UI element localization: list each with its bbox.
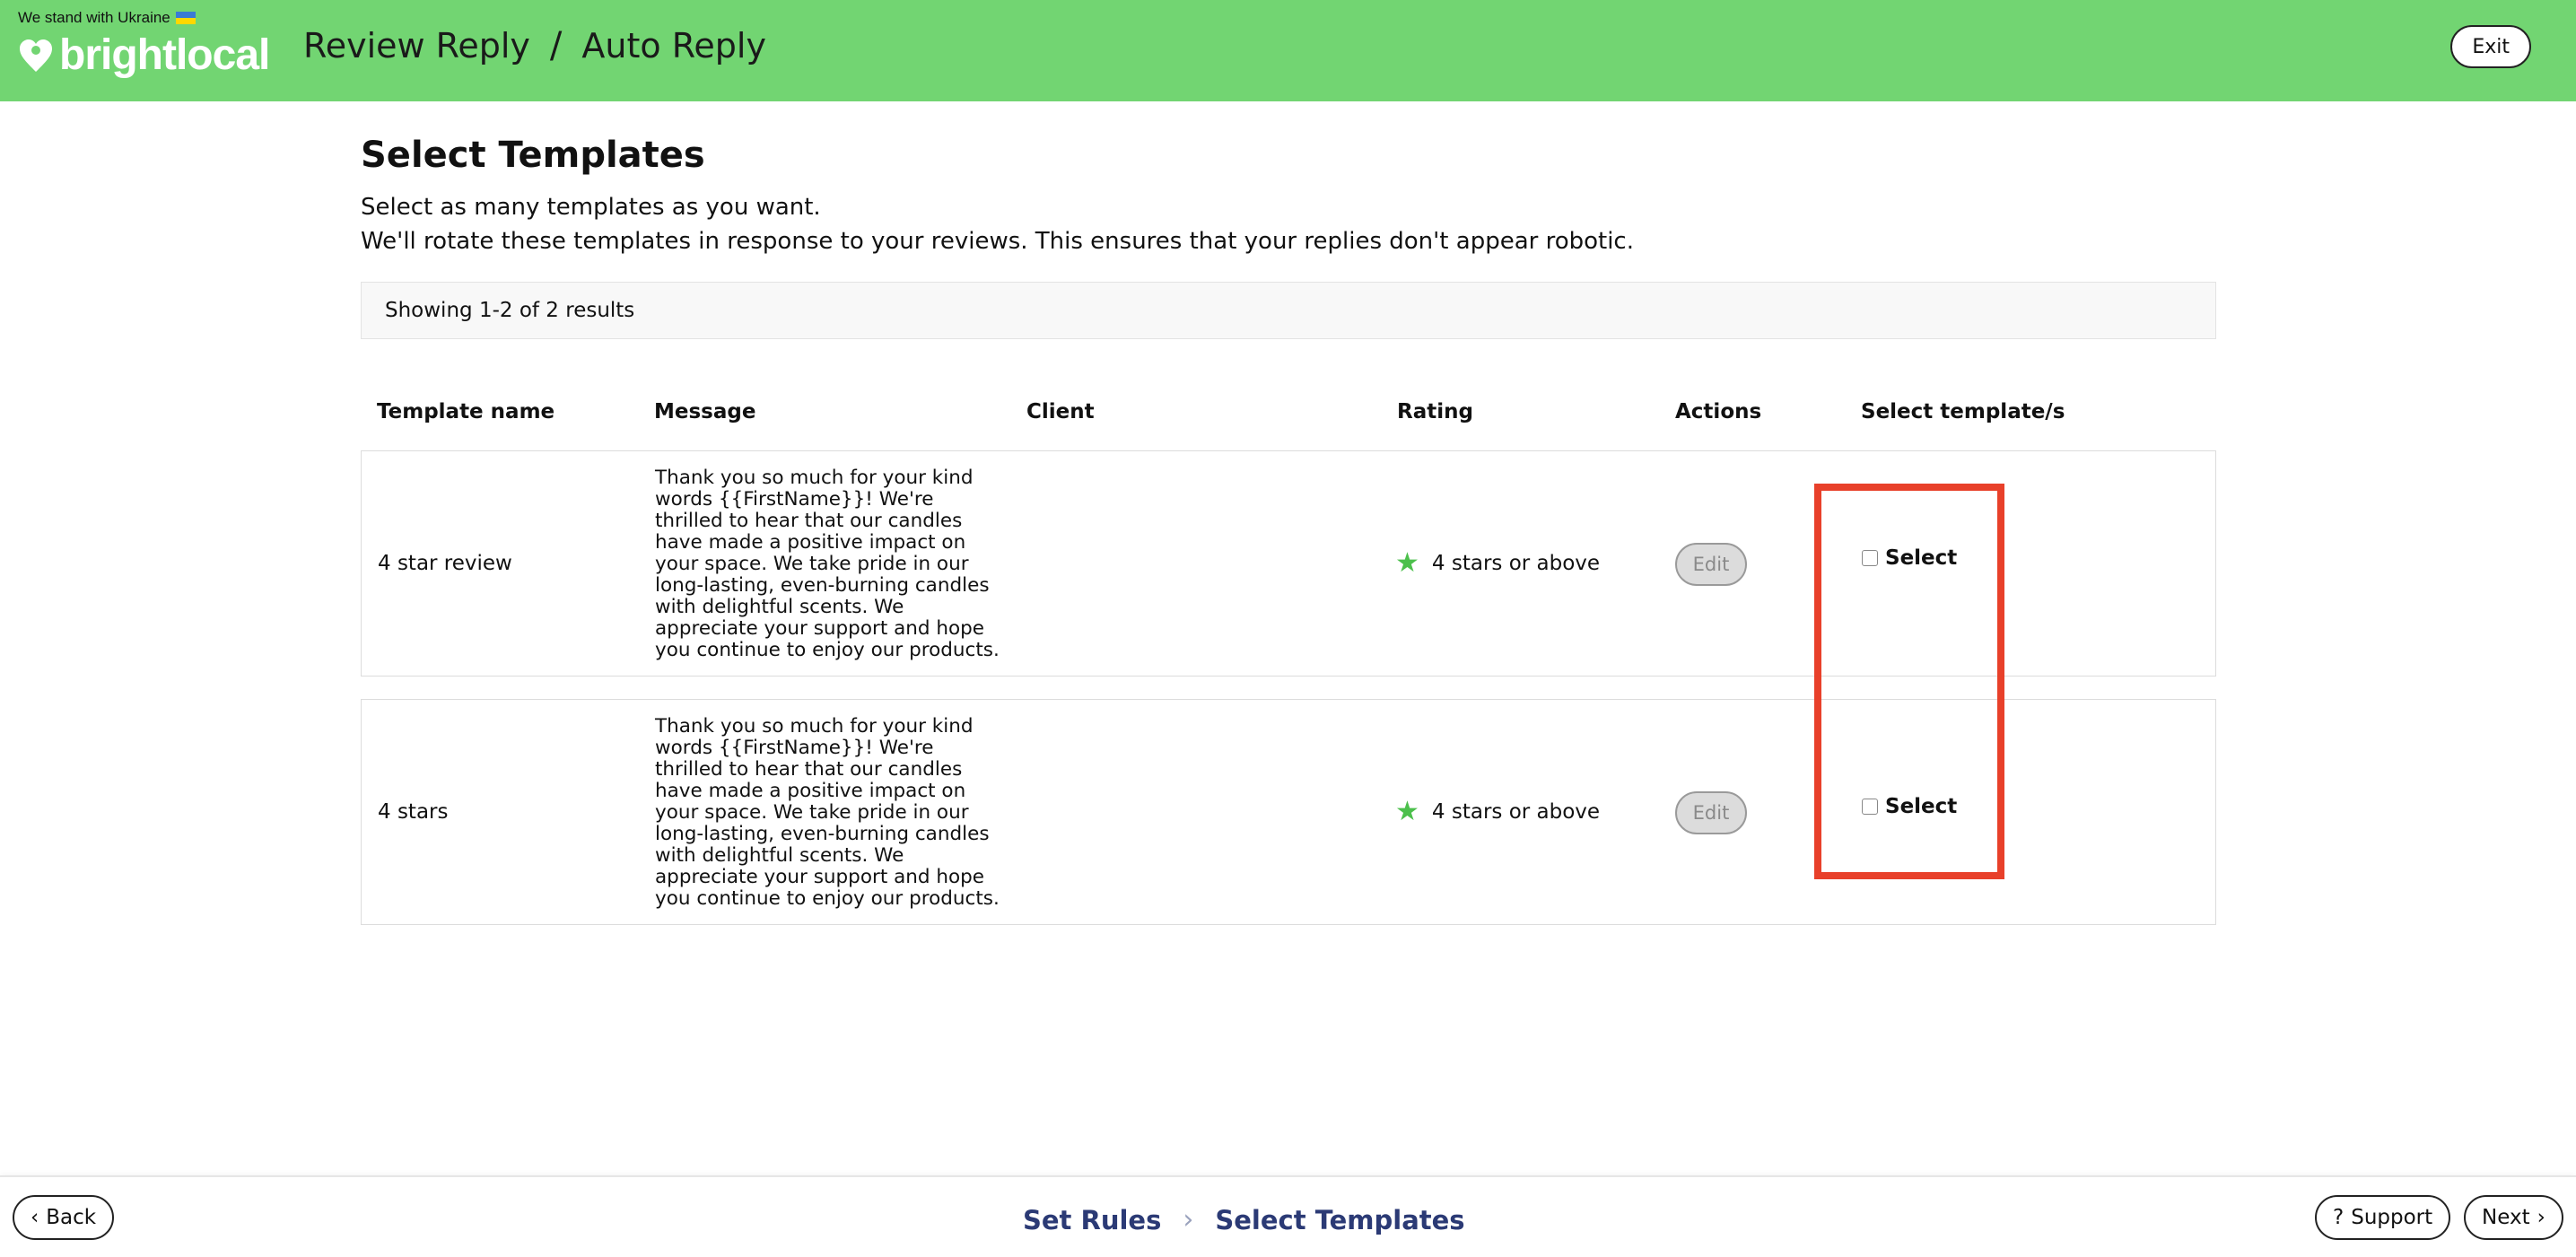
question-circle-icon: ? <box>2333 1206 2345 1229</box>
column-client: Client <box>1026 400 1095 423</box>
chevron-right-icon: › <box>1183 1204 1194 1235</box>
back-label: Back <box>46 1206 97 1229</box>
chevron-right-icon: › <box>2537 1206 2545 1229</box>
table-row: 4 stars Thank you so much for your kind … <box>361 699 2216 925</box>
ukraine-banner: We stand with Ukraine <box>18 9 196 27</box>
next-button[interactable]: Next › <box>2464 1195 2563 1240</box>
checkbox[interactable] <box>1862 799 1878 815</box>
column-actions: Actions <box>1675 400 1762 423</box>
template-message: Thank you so much for your kind words {{… <box>655 467 1000 661</box>
column-message: Message <box>654 400 756 423</box>
footer-bar: ‹ Back Set Rules › Select Templates ? Su… <box>0 1175 2576 1257</box>
ukraine-flag-icon <box>175 12 196 24</box>
column-template-name: Template name <box>377 400 555 423</box>
select-template-checkbox[interactable]: Select <box>1862 546 1957 570</box>
ukraine-banner-text: We stand with Ukraine <box>18 9 170 26</box>
support-button[interactable]: ? Support <box>2315 1195 2451 1240</box>
template-name: 4 stars <box>378 800 449 824</box>
star-icon: ★ <box>1395 547 1419 579</box>
select-label: Select <box>1885 795 1958 818</box>
brightlocal-logo[interactable]: brightlocal <box>16 31 270 80</box>
step-set-rules[interactable]: Set Rules <box>1023 1205 1161 1235</box>
back-button[interactable]: ‹ Back <box>13 1195 115 1240</box>
select-template-checkbox[interactable]: Select <box>1862 795 1957 818</box>
template-rating: ★ 4 stars or above <box>1395 451 1600 676</box>
wizard-steps: Set Rules › Select Templates <box>1023 1204 1465 1235</box>
column-rating: Rating <box>1397 400 1473 423</box>
top-bar: We stand with Ukraine brightlocal Review… <box>0 0 2576 101</box>
table-header: Template name Message Client Rating Acti… <box>361 388 2216 441</box>
chevron-left-icon: ‹ <box>31 1206 39 1229</box>
support-label: Support <box>2351 1206 2433 1229</box>
subtitle-2: We'll rotate these templates in response… <box>361 228 1634 255</box>
template-rating: ★ 4 stars or above <box>1395 700 1600 924</box>
page-title: Select Templates <box>361 135 705 176</box>
breadcrumb-auto-reply: Auto Reply <box>581 26 766 65</box>
rating-text: 4 stars or above <box>1431 552 1601 575</box>
main-content: Select Templates Select as many template… <box>361 135 2216 925</box>
rating-text: 4 stars or above <box>1431 800 1601 824</box>
table-row: 4 star review Thank you so much for your… <box>361 450 2216 677</box>
step-select-templates: Select Templates <box>1215 1204 1465 1235</box>
checkbox[interactable] <box>1862 550 1878 566</box>
results-count-text: Showing 1-2 of 2 results <box>385 299 635 322</box>
select-label: Select <box>1885 546 1958 570</box>
edit-button[interactable]: Edit <box>1675 791 1747 834</box>
breadcrumb-separator: / <box>549 25 563 66</box>
breadcrumb: Review Reply / Auto Reply <box>303 25 766 66</box>
star-icon: ★ <box>1395 796 1419 827</box>
edit-button[interactable]: Edit <box>1675 543 1747 586</box>
exit-button[interactable]: Exit <box>2450 25 2531 68</box>
results-count: Showing 1-2 of 2 results <box>361 282 2216 339</box>
breadcrumb-review-reply[interactable]: Review Reply <box>303 26 530 65</box>
subtitle-1: Select as many templates as you want. <box>361 194 821 221</box>
template-message: Thank you so much for your kind words {{… <box>655 715 1000 910</box>
next-label: Next <box>2482 1206 2530 1229</box>
logo-text: brightlocal <box>59 31 270 79</box>
template-name: 4 star review <box>378 552 512 575</box>
column-select-templates: Select template/s <box>1861 400 2065 423</box>
location-heart-icon <box>20 39 52 72</box>
